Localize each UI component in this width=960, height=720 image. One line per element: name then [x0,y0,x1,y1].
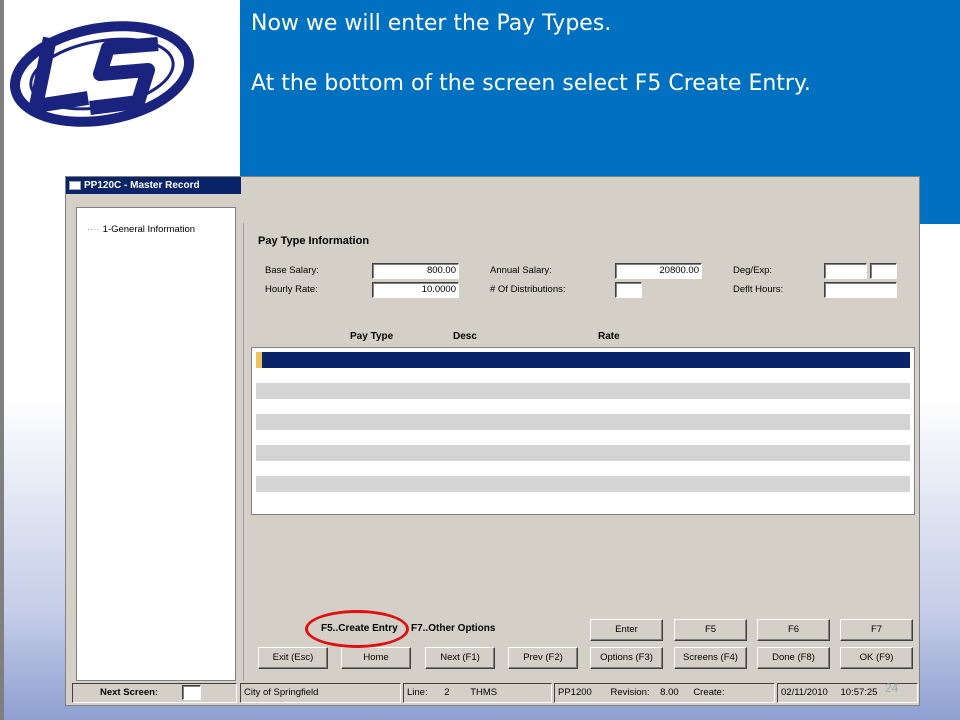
home-button[interactable]: Home [341,647,411,669]
distributions-label: # Of Distributions: [490,284,566,295]
user-value: THMS [470,687,498,698]
base-salary-field[interactable]: 800.00 [372,263,459,279]
table-row[interactable] [256,445,910,461]
instruction-line-1: Now we will enter the Pay Types. [251,11,612,36]
next-screen-box: Next Screen: [72,683,237,703]
table-row[interactable] [256,414,910,430]
next-screen-label: Next Screen: [100,687,159,698]
column-header-desc[interactable]: Desc [453,331,477,342]
f5-button[interactable]: F5 [674,619,747,641]
slide-left-border [0,0,4,720]
options-button[interactable]: Options (F3) [590,647,663,669]
deflt-hours-field[interactable] [824,282,897,298]
line-label: Line: [407,687,428,698]
table-row[interactable] [256,352,910,368]
enter-button[interactable]: Enter [590,619,663,641]
district-status: City of Springfield [240,683,401,703]
section-title: Pay Type Information [258,235,370,247]
annual-salary-label: Annual Salary: [490,265,552,276]
highlight-circle [305,610,409,648]
program-status: PP1200 Revision: 8.00 Create: [554,683,775,703]
prev-button[interactable]: Prev (F2) [508,647,578,669]
ok-button[interactable]: OK (F9) [840,647,913,669]
ls-logo [9,21,195,127]
column-header-rate[interactable]: Rate [598,331,620,342]
exit-button[interactable]: Exit (Esc) [258,647,328,669]
table-row[interactable] [256,460,910,476]
window-icon [69,181,81,190]
screens-button[interactable]: Screens (F4) [674,647,747,669]
next-button[interactable]: Next (F1) [425,647,495,669]
navigation-tree: 1-General Information [76,207,236,681]
slide-page-number: 24 [885,681,899,695]
f6-button[interactable]: F6 [757,619,830,641]
table-row[interactable] [256,476,910,492]
hourly-rate-field[interactable]: 10.0000 [372,282,459,298]
revision-label: Revision: [610,687,650,698]
next-screen-input[interactable] [182,685,201,700]
annual-salary-field[interactable]: 20800.00 [615,263,702,279]
window-titlebar: PP120C - Master Record [66,177,241,194]
status-bar: Next Screen: City of Springfield Line: 2… [72,683,918,703]
distributions-field[interactable] [615,282,642,298]
base-salary-label: Base Salary: [265,265,319,276]
time-value: 10:57:25 [840,687,878,698]
table-row[interactable] [256,383,910,399]
create-label: Create: [693,687,725,698]
date-value: 02/11/2010 [781,687,828,698]
f7-button[interactable]: F7 [840,619,913,641]
line-value: 2 [444,687,450,698]
exp-field[interactable] [870,263,897,279]
pay-type-grid[interactable] [251,347,915,515]
column-header-pay-type[interactable]: Pay Type [350,331,393,342]
table-row[interactable] [256,367,910,383]
line-status: Line: 2 THMS [403,683,552,703]
table-row[interactable] [256,491,910,507]
table-row[interactable] [256,429,910,445]
deflt-hours-label: Deflt Hours: [733,284,784,295]
master-record-window: PP120C - Master Record 1-General Informa… [65,176,920,706]
hint-f7-other-options: F7..Other Options [411,623,496,634]
deg-exp-label: Deg/Exp: [733,265,773,276]
program-value: PP1200 [558,687,592,698]
window-title: PP120C - Master Record [84,180,200,191]
done-button[interactable]: Done (F8) [757,647,830,669]
instruction-line-2: At the bottom of the screen select F5 Cr… [251,71,811,96]
revision-value: 8.00 [660,687,679,698]
tree-item-general-information[interactable]: 1-General Information [87,224,195,235]
table-row[interactable] [256,398,910,414]
hourly-rate-label: Hourly Rate: [265,284,318,295]
deg-field[interactable] [824,263,867,279]
